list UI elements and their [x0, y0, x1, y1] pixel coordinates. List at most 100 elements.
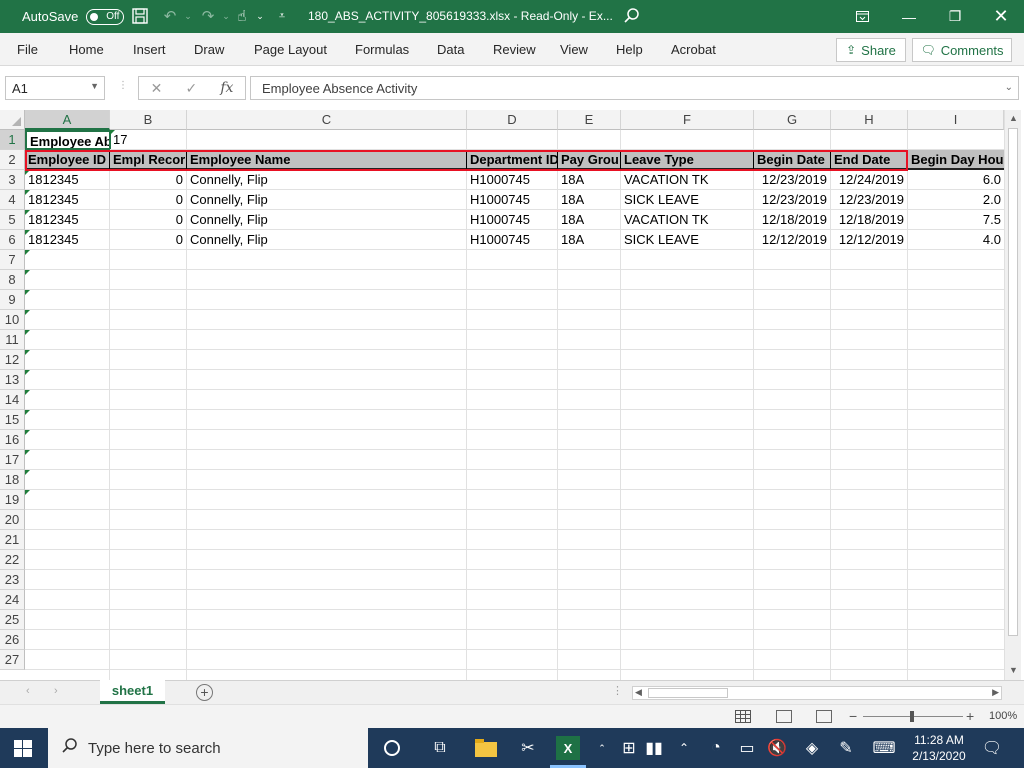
autosave-toggle[interactable]: Off	[86, 8, 125, 25]
close-button[interactable]: ✕	[978, 0, 1024, 33]
row-header[interactable]: 6	[0, 230, 25, 250]
table-cell[interactable]: Connelly, Flip	[187, 230, 467, 250]
table-cell[interactable]: 1812345	[25, 170, 110, 190]
tab-formulas[interactable]: Formulas	[355, 42, 409, 57]
table-cell[interactable]: SICK LEAVE	[621, 190, 754, 210]
snipping-tool-icon[interactable]: ✂	[516, 736, 540, 760]
battery-icon[interactable]: ▭	[735, 736, 759, 760]
tab-review[interactable]: Review	[493, 42, 536, 57]
scroll-down-icon[interactable]: ▼	[1005, 665, 1022, 675]
table-cell[interactable]: VACATION TK	[621, 210, 754, 230]
table-cell[interactable]: 1812345	[25, 210, 110, 230]
select-all-button[interactable]	[0, 110, 25, 130]
wifi-icon[interactable]: ◔	[704, 736, 728, 760]
table-cell[interactable]: 0	[110, 170, 187, 190]
table-cell[interactable]: 6.0	[908, 170, 1004, 190]
touch-mode-icon[interactable]: ☝	[232, 6, 252, 26]
file-explorer-icon[interactable]	[474, 736, 498, 760]
table-cell[interactable]: 0	[110, 230, 187, 250]
enter-icon[interactable]: ✓	[185, 80, 197, 97]
table-cell[interactable]: VACATION TK	[621, 170, 754, 190]
header-cell-leave-type[interactable]: Leave Type	[621, 150, 754, 170]
table-cell[interactable]: H1000745	[467, 230, 558, 250]
table-cell[interactable]: Connelly, Flip	[187, 190, 467, 210]
row-header[interactable]: 3	[0, 170, 25, 190]
column-header-e[interactable]: E	[558, 110, 621, 130]
header-cell-begin-day-hours[interactable]: Begin Day Hou	[908, 150, 1004, 170]
tab-page-layout[interactable]: Page Layout	[254, 42, 327, 57]
name-box[interactable]: A1 ▼	[5, 76, 105, 100]
column-header-b[interactable]: B	[110, 110, 187, 130]
table-cell[interactable]: H1000745	[467, 170, 558, 190]
next-sheet-icon[interactable]: ›	[54, 685, 58, 697]
splitter-handle-icon[interactable]: ⋮	[612, 684, 623, 697]
header-cell-begin-date[interactable]: Begin Date	[754, 150, 831, 170]
row-header[interactable]: 19	[0, 490, 25, 510]
table-cell[interactable]: 18A	[558, 210, 621, 230]
scroll-up-icon[interactable]: ▲	[1005, 113, 1022, 123]
tab-view[interactable]: View	[560, 42, 588, 57]
header-cell-department-id[interactable]: Department ID	[467, 150, 558, 170]
cell-a1[interactable]: Employee Ab	[25, 130, 111, 150]
sheet-tab-sheet1[interactable]: sheet1	[100, 680, 165, 704]
add-sheet-button[interactable]: +	[196, 684, 213, 701]
comments-button[interactable]: 🗨 Comments	[912, 38, 1012, 62]
redo-icon[interactable]: ↷	[198, 6, 218, 26]
notifications-icon[interactable]: 🗨	[980, 736, 1004, 760]
row-header[interactable]: 20	[0, 510, 25, 530]
vertical-scroll-thumb[interactable]	[1008, 128, 1018, 636]
row-header[interactable]: 9	[0, 290, 25, 310]
table-cell[interactable]: 0	[110, 210, 187, 230]
tray-app-icon[interactable]: ⊞	[617, 736, 641, 760]
taskbar-search-box[interactable]: Type here to search	[48, 728, 368, 768]
table-cell[interactable]: 18A	[558, 230, 621, 250]
ribbon-display-icon[interactable]	[839, 0, 885, 33]
zoom-in-icon[interactable]: +	[966, 708, 974, 724]
cell-b1[interactable]: 17	[110, 130, 1004, 150]
vertical-scrollbar[interactable]: ▲ ▼	[1004, 110, 1021, 680]
prev-sheet-icon[interactable]: ‹	[26, 685, 30, 697]
cortana-icon[interactable]	[380, 736, 404, 760]
formula-input[interactable]: Employee Absence Activity ⌄	[250, 76, 1019, 100]
row-header[interactable]: 27	[0, 650, 25, 670]
tab-help[interactable]: Help	[616, 42, 643, 57]
row-header[interactable]: 14	[0, 390, 25, 410]
row-header[interactable]: 25	[0, 610, 25, 630]
horizontal-scrollbar[interactable]: ◀ ▶	[632, 686, 1002, 700]
tab-file[interactable]: File	[17, 42, 38, 57]
column-header-g[interactable]: G	[754, 110, 831, 130]
row-header[interactable]: 5	[0, 210, 25, 230]
volume-muted-icon[interactable]: 🔇	[765, 736, 789, 760]
row-header[interactable]: 15	[0, 410, 25, 430]
tab-draw[interactable]: Draw	[194, 42, 224, 57]
tray-app2-icon[interactable]: ▮▮	[642, 736, 666, 760]
row-header[interactable]: 12	[0, 350, 25, 370]
show-hidden-icons[interactable]: ⌃	[672, 736, 696, 760]
column-header-h[interactable]: H	[831, 110, 908, 130]
restore-button[interactable]: ❐	[932, 0, 978, 33]
header-cell-employee-name[interactable]: Employee Name	[187, 150, 467, 170]
row-header[interactable]: 7	[0, 250, 25, 270]
dropbox-icon[interactable]: ◈	[800, 736, 824, 760]
table-cell[interactable]: 1812345	[25, 230, 110, 250]
table-cell[interactable]: 2.0	[908, 190, 1004, 210]
save-icon[interactable]	[130, 6, 150, 26]
column-header-a[interactable]: A	[25, 110, 110, 130]
table-cell[interactable]: 12/23/2019	[754, 170, 831, 190]
scroll-right-icon[interactable]: ▶	[992, 687, 999, 698]
windows-start-icon[interactable]	[14, 740, 32, 757]
normal-view-icon[interactable]	[735, 710, 751, 723]
table-cell[interactable]: 12/18/2019	[831, 210, 908, 230]
minimize-button[interactable]: —	[886, 0, 932, 33]
row-header[interactable]: 13	[0, 370, 25, 390]
row-header[interactable]: 10	[0, 310, 25, 330]
search-icon[interactable]	[622, 6, 642, 26]
table-cell[interactable]: 12/18/2019	[754, 210, 831, 230]
zoom-slider-thumb[interactable]	[910, 711, 914, 722]
table-cell[interactable]: SICK LEAVE	[621, 230, 754, 250]
expand-formula-icon[interactable]: ⌄	[1005, 82, 1013, 93]
table-cell[interactable]: 12/12/2019	[831, 230, 908, 250]
row-header[interactable]: 24	[0, 590, 25, 610]
row-header[interactable]: 1	[0, 130, 25, 150]
table-cell[interactable]: H1000745	[467, 190, 558, 210]
